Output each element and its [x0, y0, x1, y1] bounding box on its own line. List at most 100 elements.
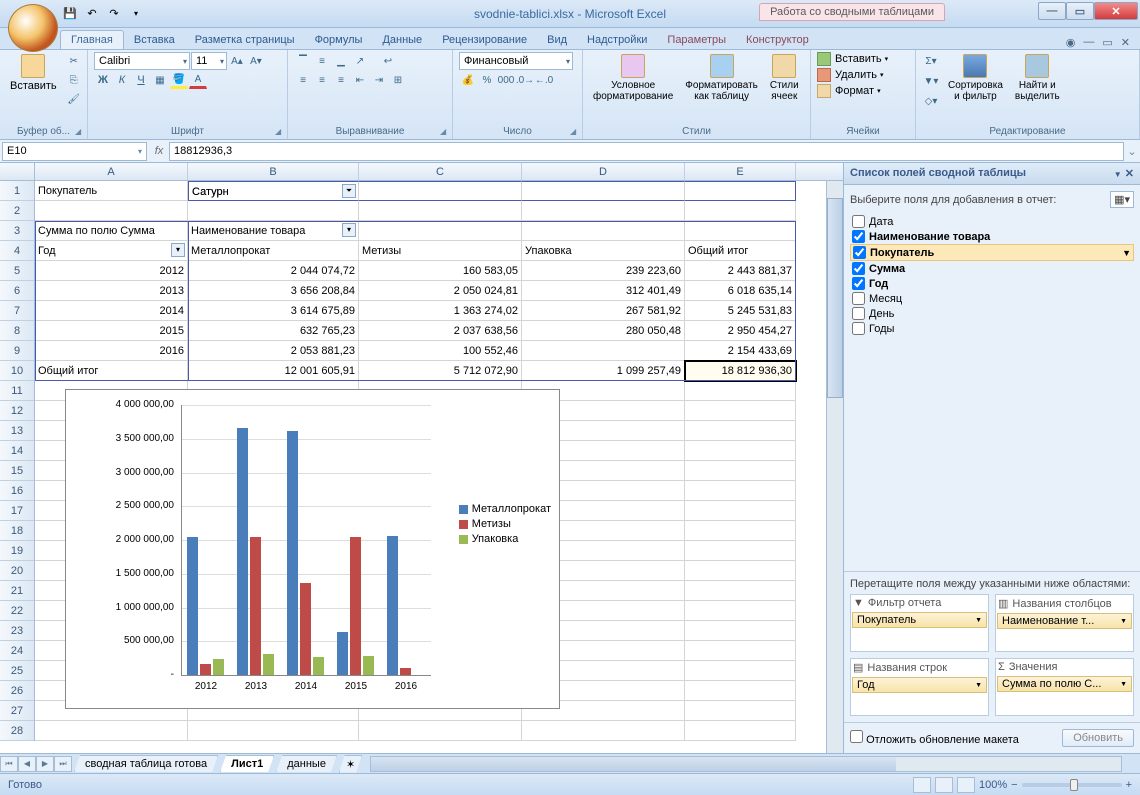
- row-header[interactable]: 17: [0, 501, 34, 521]
- area-rows[interactable]: ▤Названия строкГод▼: [850, 658, 989, 716]
- cell[interactable]: 100 552,46: [359, 341, 522, 361]
- cell[interactable]: 3 614 675,89: [188, 301, 359, 321]
- cell[interactable]: 3 656 208,84: [188, 281, 359, 301]
- zoom-out-icon[interactable]: −: [1011, 779, 1017, 791]
- cell[interactable]: [685, 721, 796, 741]
- cell[interactable]: Упаковка: [522, 241, 685, 261]
- new-sheet-button[interactable]: ✶: [339, 755, 362, 773]
- currency-icon[interactable]: 💰: [459, 71, 477, 89]
- cell[interactable]: 312 401,49: [522, 281, 685, 301]
- insert-cells-button[interactable]: Вставить▾: [817, 52, 888, 66]
- cell[interactable]: 2015: [35, 321, 188, 341]
- cell[interactable]: Покупатель: [35, 181, 188, 201]
- worksheet[interactable]: ABCDE 1234567891011121314151617181920212…: [0, 163, 843, 753]
- cell[interactable]: [685, 481, 796, 501]
- ribbon-tab-1[interactable]: Вставка: [124, 31, 185, 49]
- ribbon-tab-5[interactable]: Рецензирование: [432, 31, 537, 49]
- cell[interactable]: [359, 221, 522, 241]
- cell[interactable]: [359, 201, 522, 221]
- cell[interactable]: [685, 701, 796, 721]
- number-launcher-icon[interactable]: ◢: [570, 127, 580, 137]
- row-header[interactable]: 7: [0, 301, 34, 321]
- cell[interactable]: [685, 581, 796, 601]
- fill-icon[interactable]: ▼▾: [922, 72, 940, 90]
- field-Сумма[interactable]: Сумма: [850, 261, 1134, 276]
- select-all-corner[interactable]: [0, 163, 35, 181]
- name-box[interactable]: E10▾: [2, 142, 147, 161]
- col-header[interactable]: A: [35, 163, 188, 180]
- formula-expand-icon[interactable]: ⌄: [1124, 145, 1140, 158]
- cut-icon[interactable]: ✂: [65, 52, 83, 70]
- cell[interactable]: [685, 401, 796, 421]
- vertical-scrollbar[interactable]: [826, 181, 843, 753]
- cell[interactable]: 1 099 257,49: [522, 361, 685, 381]
- row-header[interactable]: 16: [0, 481, 34, 501]
- redo-icon[interactable]: ↷: [104, 4, 124, 24]
- ribbon-tab-0[interactable]: Главная: [60, 30, 124, 49]
- cell[interactable]: [359, 181, 522, 201]
- copy-icon[interactable]: ⎘: [65, 71, 83, 89]
- cell[interactable]: 12 001 605,91: [188, 361, 359, 381]
- view-normal-icon[interactable]: [913, 777, 931, 793]
- row-header[interactable]: 6: [0, 281, 34, 301]
- area-item[interactable]: Сумма по полю С...▼: [997, 676, 1132, 692]
- font-color-icon[interactable]: A: [189, 71, 207, 89]
- find-select-button[interactable]: Найти и выделить: [1011, 52, 1064, 104]
- row-header[interactable]: 22: [0, 601, 34, 621]
- wrap-text-icon[interactable]: ↩: [379, 52, 397, 70]
- cell[interactable]: [522, 341, 685, 361]
- cell[interactable]: [522, 721, 685, 741]
- area-item[interactable]: Покупатель▼: [852, 612, 987, 628]
- row-header[interactable]: 19: [0, 541, 34, 561]
- col-header[interactable]: B: [188, 163, 359, 180]
- qat-dropdown-icon[interactable]: ▾: [126, 4, 146, 24]
- sheet-first-icon[interactable]: ⏮: [0, 756, 18, 772]
- cell[interactable]: [685, 381, 796, 401]
- grow-font-icon[interactable]: A▴: [228, 52, 246, 70]
- indent-dec-icon[interactable]: ⇤: [351, 71, 369, 89]
- cell[interactable]: 2016: [35, 341, 188, 361]
- sheet-tab[interactable]: сводная таблица готова: [74, 755, 218, 772]
- zoom-slider[interactable]: [1022, 783, 1122, 787]
- number-format-combo[interactable]: Финансовый: [459, 52, 573, 70]
- area-item[interactable]: Год▼: [852, 677, 987, 693]
- format-cells-button[interactable]: Формат▾: [817, 84, 881, 98]
- cell[interactable]: [188, 721, 359, 741]
- defer-layout-checkbox[interactable]: Отложить обновление макета: [850, 730, 1019, 746]
- cell[interactable]: [685, 501, 796, 521]
- ribbon-tab-3[interactable]: Формулы: [305, 31, 373, 49]
- font-name-combo[interactable]: Calibri: [94, 52, 190, 70]
- cell[interactable]: [522, 181, 685, 201]
- row-header[interactable]: 14: [0, 441, 34, 461]
- align-left-icon[interactable]: ≡: [294, 71, 312, 89]
- row-header[interactable]: 10: [0, 361, 34, 381]
- cell[interactable]: [522, 201, 685, 221]
- format-table-button[interactable]: Форматировать как таблицу: [681, 52, 762, 104]
- autosum-icon[interactable]: Σ▾: [922, 52, 940, 70]
- maximize-button[interactable]: ▭: [1066, 2, 1094, 20]
- format-painter-icon[interactable]: 🖌: [65, 90, 83, 108]
- row-header[interactable]: 3: [0, 221, 34, 241]
- help-icon[interactable]: ◉: [1066, 36, 1076, 49]
- update-button[interactable]: Обновить: [1062, 729, 1134, 747]
- cell[interactable]: 2014: [35, 301, 188, 321]
- align-center-icon[interactable]: ≡: [313, 71, 331, 89]
- inc-decimal-icon[interactable]: .0→: [516, 71, 534, 89]
- zoom-level[interactable]: 100%: [979, 779, 1007, 791]
- font-size-combo[interactable]: 11: [191, 52, 227, 70]
- field-Годы[interactable]: Годы: [850, 321, 1134, 336]
- row-header[interactable]: 23: [0, 621, 34, 641]
- cell[interactable]: [685, 181, 796, 201]
- cond-format-button[interactable]: Условное форматирование: [589, 52, 677, 104]
- align-right-icon[interactable]: ≡: [332, 71, 350, 89]
- orientation-icon[interactable]: ↗: [351, 52, 369, 70]
- field-list-layout-icon[interactable]: ▦▾: [1110, 191, 1134, 208]
- comma-icon[interactable]: 000: [497, 71, 515, 89]
- field-Год[interactable]: Год: [850, 276, 1134, 291]
- alignment-launcher-icon[interactable]: ◢: [440, 127, 450, 137]
- field-Дата[interactable]: Дата: [850, 214, 1134, 229]
- cell[interactable]: 160 583,05: [359, 261, 522, 281]
- cell[interactable]: [685, 621, 796, 641]
- cell[interactable]: 239 223,60: [522, 261, 685, 281]
- delete-cells-button[interactable]: Удалить▾: [817, 68, 884, 82]
